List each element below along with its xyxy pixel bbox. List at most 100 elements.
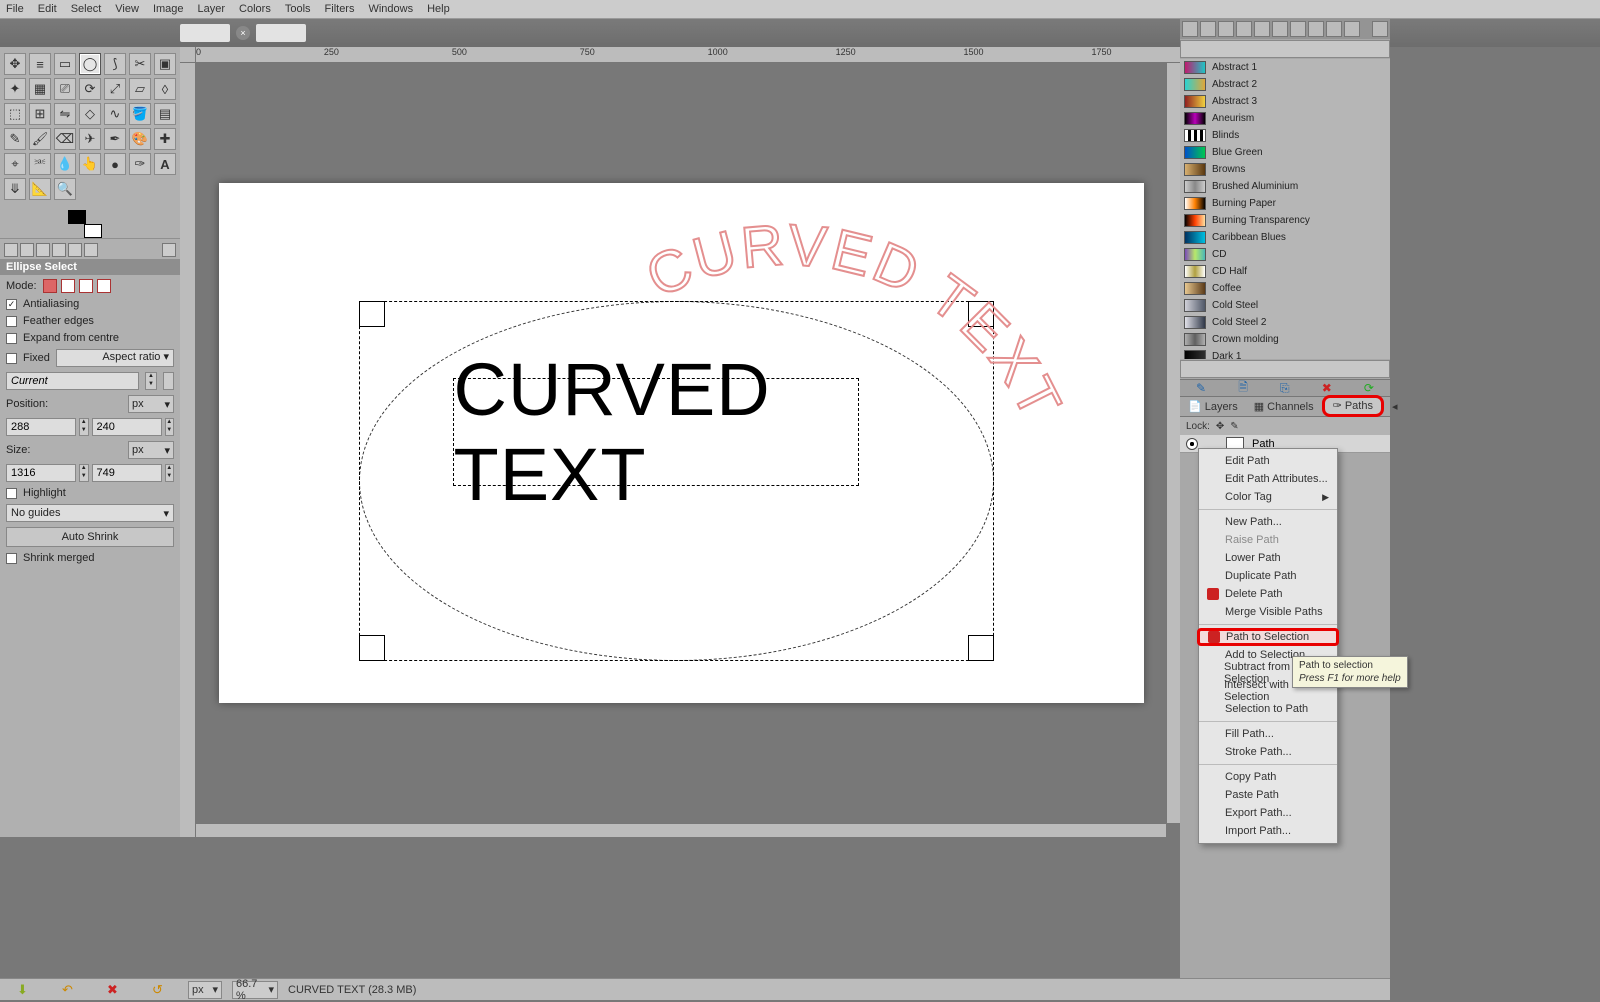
vertical-scrollbar[interactable] [1166, 63, 1180, 823]
expand-checkbox[interactable] [6, 333, 17, 344]
dock-tab-icon[interactable] [1308, 21, 1324, 37]
document-tab[interactable] [180, 24, 230, 42]
antialias-checkbox[interactable]: ✓ [6, 299, 17, 310]
position-unit[interactable]: px▾ [128, 395, 174, 413]
zoom-tool-icon[interactable]: 🔍 [54, 178, 76, 200]
color-picker-tool-icon[interactable]: ⤋ [4, 178, 26, 200]
mypaint-tool-icon[interactable]: 🎨 [129, 128, 151, 150]
menu-help[interactable]: Help [427, 3, 450, 15]
airbrush-tool-icon[interactable]: ✈ [79, 128, 101, 150]
context-menu-item[interactable]: Import Path... [1199, 822, 1337, 840]
lock-position-icon[interactable]: ✥ [1216, 421, 1224, 432]
gradient-item[interactable]: Aneurism [1180, 110, 1390, 127]
foreground-select-tool-icon[interactable]: ▣ [154, 53, 176, 75]
auto-shrink-button[interactable]: Auto Shrink [6, 527, 174, 547]
vertical-ruler[interactable] [180, 63, 196, 837]
perspective-tool-icon[interactable]: ◊ [154, 78, 176, 100]
mode-intersect-icon[interactable] [97, 279, 111, 293]
gradient-filter-input[interactable] [1180, 40, 1390, 58]
size-unit[interactable]: px▾ [128, 441, 174, 459]
move-tool-icon[interactable]: ✥ [4, 53, 26, 75]
new-gradient-icon[interactable]: 🗎 [1238, 378, 1248, 399]
options-tab-icon[interactable] [84, 243, 98, 257]
dock-tab-icon[interactable] [1218, 21, 1234, 37]
dock-tab-icon[interactable] [1236, 21, 1252, 37]
delete-options-icon[interactable]: ✖ [107, 982, 118, 998]
context-menu-item[interactable]: Fill Path... [1199, 725, 1337, 743]
spinner-icon[interactable]: ▲▼ [165, 464, 175, 482]
spinner-icon[interactable]: ▲▼ [79, 464, 89, 482]
options-tab-icon[interactable] [68, 243, 82, 257]
gradient-item[interactable]: Crown molding [1180, 331, 1390, 348]
bucket-fill-tool-icon[interactable]: 🪣 [129, 103, 151, 125]
context-menu-item[interactable]: Duplicate Path [1199, 567, 1337, 585]
gradient-item[interactable]: Abstract 1 [1180, 59, 1390, 76]
ink-tool-icon[interactable]: ✒ [104, 128, 126, 150]
canvas[interactable]: CURVED TEXT CURVED TEXT [196, 63, 1166, 823]
document[interactable]: CURVED TEXT CURVED TEXT [219, 183, 1144, 703]
gradient-item[interactable]: CD Half [1180, 263, 1390, 280]
menu-colors[interactable]: Colors [239, 3, 271, 15]
tab-paths[interactable]: ✑Paths [1322, 395, 1384, 417]
context-menu-item[interactable]: Stroke Path... [1199, 743, 1337, 761]
menu-edit[interactable]: Edit [38, 3, 57, 15]
fg-color-icon[interactable] [68, 210, 86, 224]
spinner-icon[interactable]: ▲▼ [145, 372, 156, 390]
context-menu-item[interactable]: Color Tag▶ [1199, 488, 1337, 506]
handle-icon[interactable] [359, 635, 385, 661]
dock-tab-icon[interactable] [1200, 21, 1216, 37]
blur-tool-icon[interactable]: 💧 [54, 153, 76, 175]
size-w-input[interactable] [6, 464, 76, 482]
gradient-item[interactable]: Blue Green [1180, 144, 1390, 161]
spinner-icon[interactable]: ▲▼ [79, 418, 89, 436]
ruler-corner[interactable] [180, 47, 196, 63]
dock-menu-icon[interactable] [1372, 21, 1388, 37]
text-tool-icon[interactable]: A [154, 153, 176, 175]
context-menu-item[interactable]: Paste Path [1199, 786, 1337, 804]
menu-filters[interactable]: Filters [325, 3, 355, 15]
align-tool-icon[interactable]: ≡ [29, 53, 51, 75]
aspect-value-input[interactable] [6, 372, 139, 390]
handle-icon[interactable] [968, 635, 994, 661]
close-tab-icon[interactable]: × [236, 26, 250, 40]
fg-bg-colors[interactable] [68, 210, 102, 238]
context-menu-item[interactable]: New Path... [1199, 513, 1337, 531]
gradient-item[interactable]: Browns [1180, 161, 1390, 178]
context-menu-item[interactable]: Delete Path [1199, 585, 1337, 603]
mode-replace-icon[interactable] [43, 279, 57, 293]
options-tab-icon[interactable] [4, 243, 18, 257]
smudge-tool-icon[interactable]: 👆 [79, 153, 101, 175]
unified-transform-tool-icon[interactable]: ⬚ [4, 103, 26, 125]
context-menu-item[interactable]: Path to Selection [1197, 628, 1339, 646]
options-tab-icon[interactable] [20, 243, 34, 257]
paths-tool-icon[interactable]: ✑ [129, 153, 151, 175]
gradient-item[interactable]: Brushed Aluminium [1180, 178, 1390, 195]
save-options-icon[interactable]: ⬇ [17, 982, 28, 998]
by-color-select-tool-icon[interactable]: ▦ [29, 78, 51, 100]
gradient-item[interactable]: Dark 1 [1180, 348, 1390, 359]
status-unit[interactable]: px▾ [188, 981, 222, 999]
context-menu-item[interactable]: Edit Path Attributes... [1199, 470, 1337, 488]
options-menu-icon[interactable] [162, 243, 176, 257]
reset-options-icon[interactable]: ↺ [152, 982, 163, 998]
tab-layers[interactable]: 📄Layers [1180, 397, 1246, 417]
perspective-clone-tool-icon[interactable]: ⎃ [29, 153, 51, 175]
feather-checkbox[interactable] [6, 316, 17, 327]
panel-menu-icon[interactable]: ◂ [1384, 397, 1406, 417]
rect-select-tool-icon[interactable]: ▭ [54, 53, 76, 75]
pos-y-input[interactable] [92, 418, 162, 436]
eraser-tool-icon[interactable]: ⌫ [54, 128, 76, 150]
bg-color-icon[interactable] [84, 224, 102, 238]
tag-filter-input[interactable] [1180, 360, 1390, 378]
context-menu-item[interactable]: Lower Path [1199, 549, 1337, 567]
fuzzy-select-tool-icon[interactable]: ✦ [4, 78, 26, 100]
dodge-tool-icon[interactable]: ● [104, 153, 126, 175]
crop-tool-icon[interactable]: ⎚ [54, 78, 76, 100]
measure-tool-icon[interactable]: 📐 [29, 178, 51, 200]
gradient-tool-icon[interactable]: ▤ [154, 103, 176, 125]
context-menu-item[interactable]: Merge Visible Paths [1199, 603, 1337, 621]
handle-transform-tool-icon[interactable]: ⊞ [29, 103, 51, 125]
gradient-item[interactable]: Cold Steel 2 [1180, 314, 1390, 331]
pencil-tool-icon[interactable]: ✎ [4, 128, 26, 150]
gradient-item[interactable]: Abstract 2 [1180, 76, 1390, 93]
